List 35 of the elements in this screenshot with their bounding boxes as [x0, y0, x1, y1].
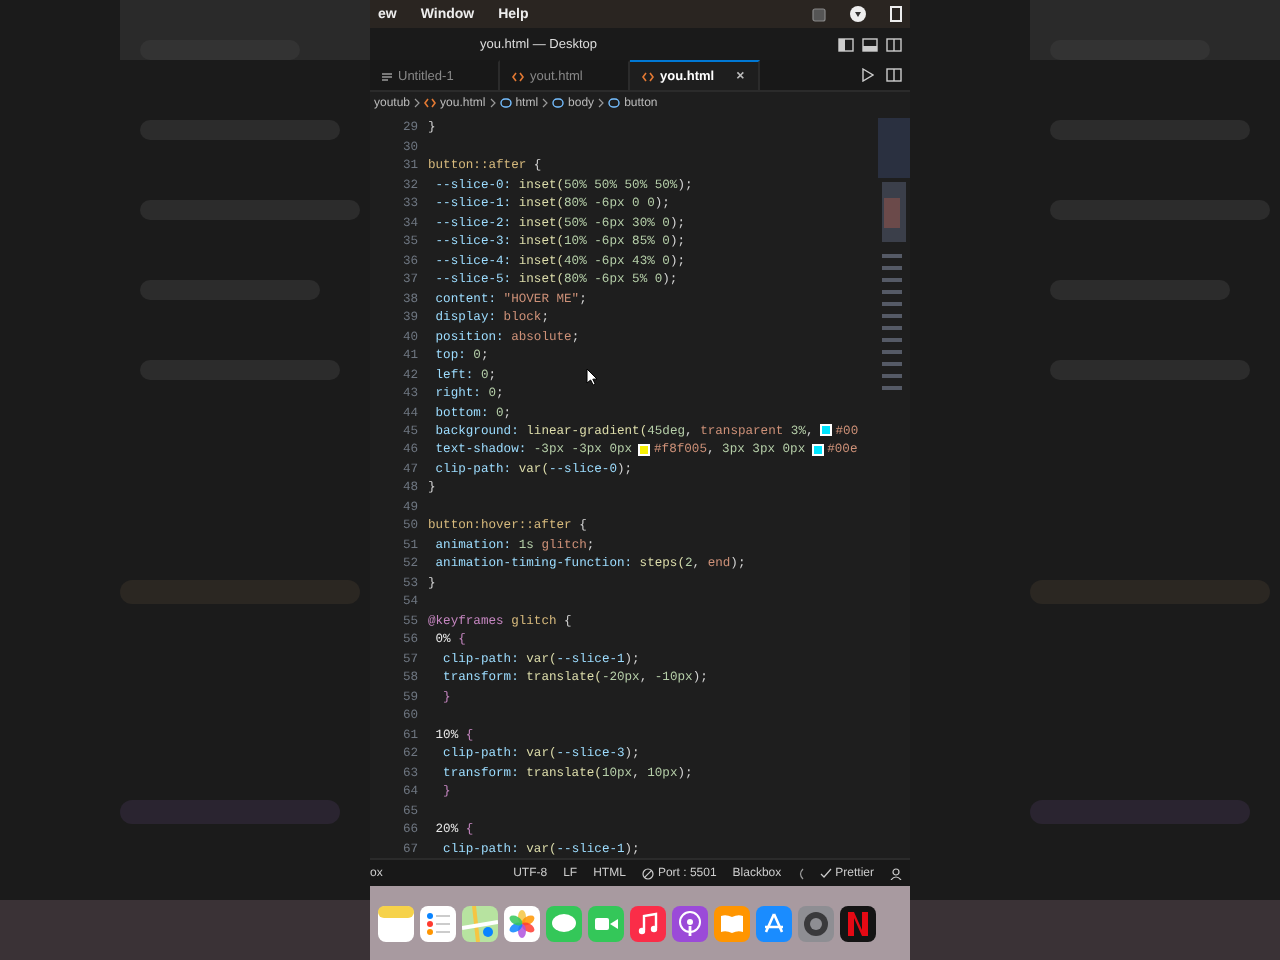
- play-icon[interactable]: [862, 68, 874, 82]
- map-icon[interactable]: [462, 905, 498, 941]
- stop-icon[interactable]: [812, 7, 826, 21]
- text-file-icon: [382, 71, 392, 81]
- code-brackets-icon: [642, 71, 654, 81]
- podcast-icon[interactable]: [672, 905, 708, 941]
- element-icon: [608, 98, 621, 108]
- app-store-icon[interactable]: [756, 905, 792, 941]
- layout-icon[interactable]: [886, 37, 902, 51]
- chevron-right-icon: [542, 98, 549, 108]
- music-note-icon[interactable]: [630, 905, 666, 941]
- video-camera-icon[interactable]: [588, 905, 624, 941]
- element-icon: [499, 98, 512, 108]
- notepad-icon[interactable]: [378, 905, 414, 941]
- panel-icon[interactable]: [890, 6, 902, 22]
- split-editor-icon[interactable]: [886, 68, 902, 82]
- check-icon: [819, 868, 832, 878]
- mouse-pointer-icon: [586, 368, 598, 386]
- code-brackets-icon: [512, 71, 524, 81]
- speech-bubble-icon[interactable]: [546, 905, 582, 941]
- flower-icon[interactable]: [504, 905, 540, 941]
- panel-toggle-icon[interactable]: [862, 37, 878, 51]
- chevron-right-icon: [414, 98, 421, 108]
- gear-icon[interactable]: [798, 905, 834, 941]
- book-icon[interactable]: [714, 905, 750, 941]
- chevron-right-icon: [598, 98, 605, 108]
- sidebar-toggle-icon[interactable]: [838, 37, 854, 51]
- code-brackets-icon: [424, 98, 437, 108]
- person-icon[interactable]: [890, 867, 902, 879]
- crescent-icon[interactable]: [797, 867, 804, 879]
- element-icon: [552, 98, 565, 108]
- list-icon[interactable]: [420, 905, 456, 941]
- chevron-right-icon: [489, 98, 496, 108]
- app-icon[interactable]: [840, 905, 876, 941]
- blocked-icon: [641, 867, 654, 879]
